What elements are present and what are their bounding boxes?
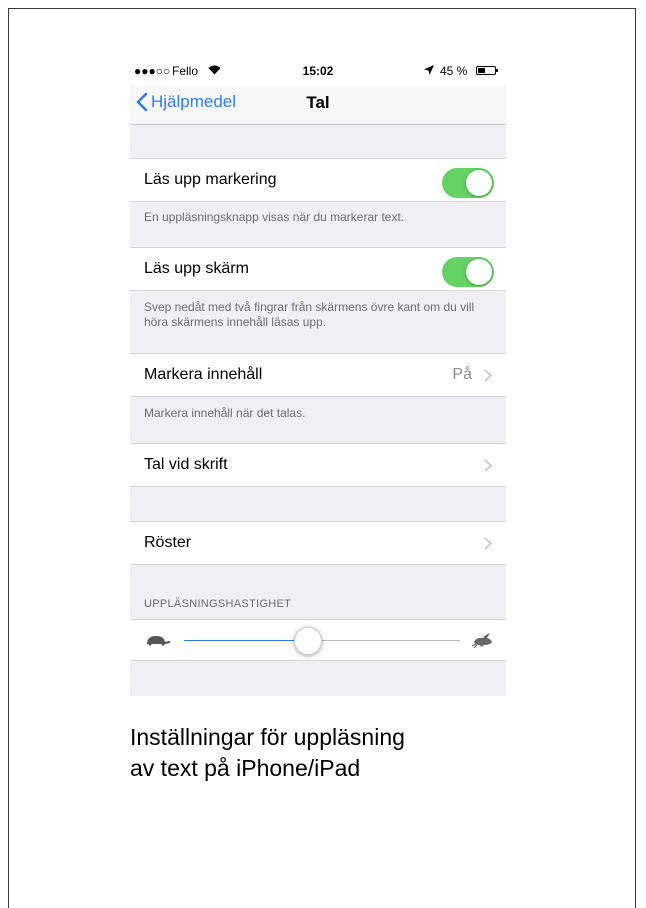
hare-icon <box>472 633 492 648</box>
highlight-content-footer: Markera innehåll när det talas. <box>144 406 306 420</box>
back-button[interactable]: Hjälpmedel <box>136 92 236 112</box>
battery-icon <box>476 66 498 75</box>
phone-screen: Hjälpmedel Tal Läs upp markering En uppl… <box>130 86 506 696</box>
turtle-icon <box>147 636 171 646</box>
speak-screen-footer: Svep nedåt med två fingrar från skärmens… <box>144 300 475 329</box>
back-label: Hjälpmedel <box>151 92 237 111</box>
speak-screen-toggle[interactable] <box>442 257 494 287</box>
voices-row[interactable]: Röster <box>130 521 506 565</box>
speak-screen-row: Läs upp skärm <box>130 247 506 291</box>
speak-selection-row: Läs upp markering <box>130 158 506 202</box>
status-bar: ●●●○○ Fello 15:02 45 % <box>130 60 506 82</box>
highlight-content-row[interactable]: Markera innehåll På <box>130 353 506 397</box>
typing-feedback-label: Tal vid skrift <box>144 456 228 473</box>
slider-track-empty <box>308 640 460 641</box>
caption: Inställningar för uppläsning av text på … <box>130 722 405 784</box>
speaking-rate-slider-thumb[interactable] <box>294 627 323 655</box>
chevron-right-icon <box>484 369 492 382</box>
location-arrow-icon <box>424 65 434 75</box>
caption-line-2: av text på iPhone/iPad <box>130 755 361 781</box>
voices-label: Röster <box>144 534 192 551</box>
chevron-right-icon <box>484 537 492 550</box>
chevron-right-icon <box>484 459 492 472</box>
chevron-left-icon <box>136 92 148 112</box>
typing-feedback-row[interactable]: Tal vid skrift <box>130 443 506 487</box>
toggle-knob <box>466 170 492 196</box>
caption-line-1: Inställningar för uppläsning <box>130 724 405 750</box>
speak-screen-label: Läs upp skärm <box>144 260 249 277</box>
speaking-rate-header: UPPLÄSNINGSHASTIGHET <box>144 598 292 610</box>
battery-fill <box>478 68 485 73</box>
speak-selection-toggle[interactable] <box>442 168 494 198</box>
slider-track-filled <box>184 640 309 641</box>
toggle-knob <box>466 259 492 285</box>
speak-selection-label: Läs upp markering <box>144 171 277 188</box>
highlight-content-value: På <box>452 366 472 383</box>
speak-selection-footer: En uppläsningsknapp visas när du markera… <box>144 210 405 224</box>
speaking-rate-row <box>130 619 506 661</box>
battery-percent: 45 % <box>440 64 468 78</box>
navigation-bar: Hjälpmedel Tal <box>130 86 506 125</box>
highlight-content-label: Markera innehåll <box>144 366 263 383</box>
